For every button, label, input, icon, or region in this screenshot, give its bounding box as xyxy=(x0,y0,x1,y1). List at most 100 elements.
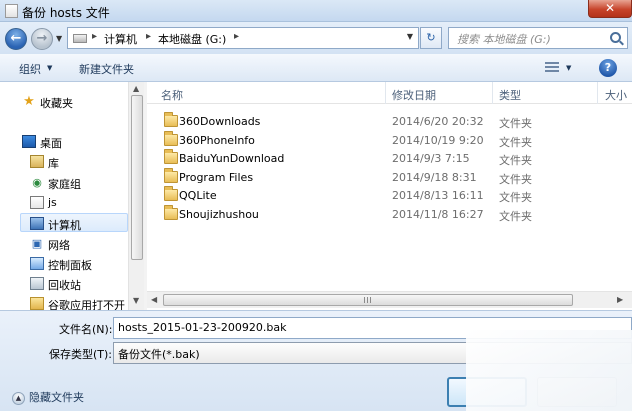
recent-pages-chevron-icon[interactable]: ▼ xyxy=(56,34,62,43)
file-type: 文件夹 xyxy=(499,136,532,149)
column-divider[interactable] xyxy=(385,82,386,104)
chevron-right-icon[interactable]: ▸ xyxy=(146,31,151,42)
file-row[interactable]: BaiduYunDownload 2014/9/3 7:15 文件夹 xyxy=(147,149,632,168)
file-name: 360PhoneInfo xyxy=(179,134,255,147)
obscured-area xyxy=(466,330,632,411)
control-panel-icon xyxy=(30,257,44,270)
file-row[interactable]: 360PhoneInfo 2014/10/19 9:20 文件夹 xyxy=(147,131,632,150)
navigation-pane: ★ 收藏夹 桌面 库 ◉ 家庭组 js 计算机 ▣ 网络 控制面板 回收站 谷歌… xyxy=(0,82,144,310)
scroll-left-icon[interactable]: ◀ xyxy=(151,295,157,304)
sidebar-vertical-scrollbar[interactable]: ▲ ▼ xyxy=(128,82,144,310)
column-divider[interactable] xyxy=(597,82,598,104)
window-icon xyxy=(5,4,18,18)
chevron-right-icon[interactable]: ▸ xyxy=(234,31,239,42)
file-date: 2014/11/8 16:27 xyxy=(392,208,484,221)
file-name: Shoujizhushou xyxy=(179,208,259,221)
column-divider[interactable] xyxy=(492,82,493,104)
chevron-up-icon: ▲ xyxy=(12,391,25,405)
network-icon: ▣ xyxy=(31,237,43,250)
file-date: 2014/6/20 20:32 xyxy=(392,115,484,128)
folder-icon xyxy=(164,131,178,146)
organize-button[interactable]: 组织 xyxy=(19,61,41,77)
scrollbar-thumb[interactable] xyxy=(163,294,573,306)
new-folder-button[interactable]: 新建文件夹 xyxy=(79,61,134,77)
address-dropdown-icon[interactable]: ▼ xyxy=(407,32,413,41)
back-button[interactable]: ← xyxy=(5,28,27,50)
sidebar-item-user[interactable]: js xyxy=(0,193,128,212)
file-row[interactable]: QQLite 2014/8/13 16:11 文件夹 xyxy=(147,186,632,205)
navigation-bar: ← → ▼ ▸ 计算机 ▸ 本地磁盘 (G:) ▸ ▼ ↻ 搜索 本地磁盘 (G… xyxy=(0,22,632,54)
file-row[interactable]: Shoujizhushou 2014/11/8 16:27 文件夹 xyxy=(147,205,632,224)
file-row[interactable]: 360Downloads 2014/6/20 20:32 文件夹 xyxy=(147,112,632,131)
sidebar-item-label: 网络 xyxy=(48,239,70,252)
title-bar: 备份 hosts 文件 ✕ xyxy=(0,0,632,22)
sidebar-item-label: 谷歌应用打不开 xyxy=(48,299,125,310)
column-header: 名称 修改日期 类型 大小 xyxy=(147,82,632,104)
window-title: 备份 hosts 文件 xyxy=(22,6,110,20)
folder-icon xyxy=(164,205,178,220)
organize-chevron-down-icon[interactable]: ▼ xyxy=(47,64,52,72)
sidebar-item-desktop[interactable]: 桌面 xyxy=(0,132,128,151)
computer-icon xyxy=(30,217,44,230)
column-type[interactable]: 类型 xyxy=(499,87,521,103)
hide-folders-toggle[interactable]: ▲ 隐藏文件夹 xyxy=(12,389,84,405)
folder-icon xyxy=(164,149,178,164)
close-button[interactable]: ✕ xyxy=(588,0,632,18)
folder-icon xyxy=(164,112,178,127)
file-list-horizontal-scrollbar[interactable]: ◀ ▶ xyxy=(147,291,632,308)
sidebar-item-network[interactable]: ▣ 网络 xyxy=(0,234,128,253)
breadcrumb-computer[interactable]: 计算机 xyxy=(104,31,137,47)
star-icon: ★ xyxy=(23,94,35,109)
sidebar-item-control-panel[interactable]: 控制面板 xyxy=(0,254,128,273)
file-type: 文件夹 xyxy=(499,117,532,130)
help-button[interactable]: ? xyxy=(599,59,617,77)
view-chevron-down-icon[interactable]: ▼ xyxy=(566,64,571,72)
column-date-modified[interactable]: 修改日期 xyxy=(392,87,436,103)
chevron-right-icon[interactable]: ▸ xyxy=(92,31,97,42)
file-type: 文件夹 xyxy=(499,191,532,204)
recycle-bin-icon xyxy=(30,277,44,290)
search-input[interactable]: 搜索 本地磁盘 (G:) xyxy=(448,27,628,49)
arrow-right-icon: → xyxy=(36,31,48,46)
view-options-icon[interactable] xyxy=(545,62,559,74)
scrollbar-grip-icon xyxy=(364,297,372,303)
scroll-up-icon[interactable]: ▲ xyxy=(133,84,139,93)
folder-icon xyxy=(164,168,178,183)
scroll-right-icon[interactable]: ▶ xyxy=(617,295,623,304)
file-name: 360Downloads xyxy=(179,115,261,128)
search-icon xyxy=(610,32,621,43)
sidebar-item-label: 家庭组 xyxy=(48,178,81,191)
folder-icon xyxy=(30,297,44,310)
command-toolbar: 组织 ▼ 新建文件夹 ▼ ? xyxy=(0,54,632,82)
sidebar-item-label: 库 xyxy=(48,157,59,170)
breadcrumb-drive[interactable]: 本地磁盘 (G:) xyxy=(158,31,226,47)
sidebar-item-computer[interactable]: 计算机 xyxy=(20,213,128,232)
sidebar-item-label: 收藏夹 xyxy=(40,97,73,110)
arrow-left-icon: ← xyxy=(10,31,22,46)
file-date: 2014/9/18 8:31 xyxy=(392,171,477,184)
sidebar-item-label: 回收站 xyxy=(48,279,81,292)
sidebar-item-folder[interactable]: 谷歌应用打不开 xyxy=(0,294,128,310)
scroll-down-icon[interactable]: ▼ xyxy=(133,296,139,305)
drive-icon xyxy=(73,34,87,43)
hide-folders-label: 隐藏文件夹 xyxy=(29,391,84,404)
file-date: 2014/9/3 7:15 xyxy=(392,152,470,165)
sidebar-item-library[interactable]: 库 xyxy=(0,152,128,171)
sidebar-item-recycle-bin[interactable]: 回收站 xyxy=(0,274,128,293)
user-icon xyxy=(30,196,44,209)
sidebar-item-homegroup[interactable]: ◉ 家庭组 xyxy=(0,173,128,192)
refresh-button[interactable]: ↻ xyxy=(420,27,442,49)
file-row[interactable]: Program Files 2014/9/18 8:31 文件夹 xyxy=(147,168,632,187)
sidebar-item-label: js xyxy=(48,196,57,209)
file-type: 文件夹 xyxy=(499,173,532,186)
forward-button[interactable]: → xyxy=(31,28,53,50)
address-bar[interactable]: ▸ 计算机 ▸ 本地磁盘 (G:) ▸ ▼ xyxy=(67,27,419,49)
column-name[interactable]: 名称 xyxy=(161,87,183,103)
sidebar-item-favorites[interactable]: ★ 收藏夹 xyxy=(0,92,128,111)
library-icon xyxy=(30,155,44,168)
column-size[interactable]: 大小 xyxy=(605,87,627,103)
desktop-icon xyxy=(22,135,36,148)
scrollbar-thumb[interactable] xyxy=(131,95,143,260)
filename-label: 文件名(N): xyxy=(59,323,113,336)
filetype-label: 保存类型(T): xyxy=(49,348,113,361)
